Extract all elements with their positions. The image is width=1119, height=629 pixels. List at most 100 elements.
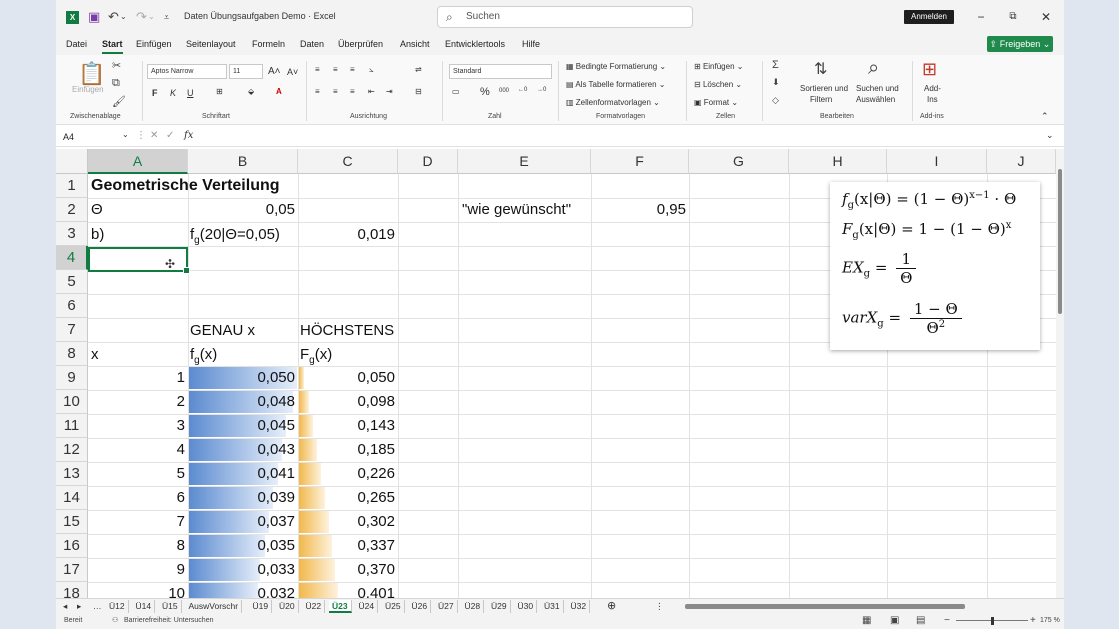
format-as-table-button[interactable]: ▤ Als Tabelle formatieren ⌄ — [566, 80, 666, 89]
align-center-icon[interactable]: ≡ — [333, 87, 338, 96]
row-header-14[interactable]: 14 — [56, 486, 88, 510]
sheet-tab[interactable]: Ü29 — [488, 600, 511, 613]
increase-font-icon[interactable]: A˄ — [268, 66, 281, 77]
table-cell-x[interactable]: 7 — [88, 510, 188, 534]
sort-filter-label-2[interactable]: Filtern — [810, 95, 832, 104]
find-select-label[interactable]: Suchen und — [856, 84, 899, 93]
table-cell-cdf[interactable]: 0,265 — [298, 486, 398, 510]
zoom-level[interactable]: 175 % — [1040, 613, 1060, 629]
sheet-tab[interactable]: Ü26 — [409, 600, 432, 613]
expand-formula-bar-icon[interactable]: ⌄ — [1046, 130, 1054, 141]
horizontal-scrollbar[interactable] — [675, 603, 1050, 610]
tab-datei[interactable]: Datei — [66, 39, 87, 49]
row-header-9[interactable]: 9 — [56, 366, 88, 390]
align-left-icon[interactable]: ≡ — [315, 87, 320, 96]
save-icon[interactable]: ▣ — [88, 9, 100, 25]
table-cell-pmf[interactable]: 0,037 — [188, 510, 298, 534]
table-cell-pmf[interactable]: 0,041 — [188, 462, 298, 486]
table-cell-pmf[interactable]: 0,043 — [188, 438, 298, 462]
tab-daten[interactable]: Daten — [300, 39, 324, 49]
table-cell-pmf[interactable]: 0,050 — [188, 366, 298, 390]
decrease-decimal-icon[interactable]: →0 — [537, 87, 546, 93]
cell-c7[interactable]: HÖCHSTENS — [300, 319, 394, 343]
accessibility-check[interactable]: Barrierefreiheit: Untersuchen — [124, 613, 214, 629]
minimize-icon[interactable]: − — [971, 8, 991, 26]
sheet-tab[interactable]: Ü19 — [250, 600, 273, 613]
format-painter-icon[interactable]: 🖌 — [112, 95, 126, 108]
sheet-tab[interactable]: AuswVorschr — [186, 600, 243, 613]
addins-label-2[interactable]: Ins — [927, 95, 938, 104]
sheet-tab[interactable]: Ü27 — [435, 600, 458, 613]
add-sheet-icon[interactable]: ⊕ — [604, 600, 619, 613]
scroll-sheets-left-icon[interactable]: ◂ — [60, 600, 70, 613]
fill-icon[interactable]: ⬇ — [772, 77, 780, 88]
table-cell-cdf[interactable]: 0,370 — [298, 558, 398, 582]
align-middle-icon[interactable]: ≡ — [333, 65, 338, 74]
increase-indent-icon[interactable]: ⇥ — [386, 87, 393, 96]
insert-cells-button[interactable]: ⊞ Einfügen ⌄ — [694, 62, 743, 71]
font-name-select[interactable]: Aptos Narrow — [147, 64, 227, 79]
decrease-font-icon[interactable]: A˅ — [287, 67, 298, 77]
row-header-8[interactable]: 8 — [56, 342, 88, 366]
delete-cells-button[interactable]: ⊟ Löschen ⌄ — [694, 80, 742, 89]
horizontal-scroll-thumb[interactable] — [685, 604, 965, 609]
conditional-formatting-button[interactable]: ▦ Bedingte Formatierung ⌄ — [566, 62, 666, 71]
zoom-slider-thumb[interactable] — [991, 617, 994, 625]
table-cell-cdf[interactable]: 0,226 — [298, 462, 398, 486]
formula-image[interactable]: fg(x|Θ) = (1 − Θ)x−1 · Θ Fg(x|Θ) = 1 − (… — [830, 182, 1040, 350]
customize-toolbar-icon[interactable]: ⩡ — [164, 9, 169, 25]
align-bottom-icon[interactable]: ≡ — [350, 65, 355, 74]
close-icon[interactable]: ✕ — [1036, 8, 1056, 26]
table-cell-x[interactable]: 8 — [88, 534, 188, 558]
table-cell-x[interactable]: 6 — [88, 486, 188, 510]
find-select-label-2[interactable]: Auswählen — [856, 95, 895, 104]
cell-c8[interactable]: Fg(x) — [300, 343, 332, 367]
table-cell-x[interactable]: 2 — [88, 390, 188, 414]
row-header-6[interactable]: 6 — [56, 294, 88, 318]
format-cells-button[interactable]: ▣ Format ⌄ — [694, 98, 738, 107]
table-cell-cdf[interactable]: 0,302 — [298, 510, 398, 534]
sheet-tab[interactable]: Ü28 — [462, 600, 485, 613]
table-cell-x[interactable]: 4 — [88, 438, 188, 462]
sheet-tab[interactable]: Ü25 — [382, 600, 405, 613]
accounting-format-icon[interactable]: ▭ — [452, 87, 460, 96]
column-header-b[interactable]: B — [188, 149, 298, 174]
zoom-out-icon[interactable]: − — [944, 613, 950, 629]
table-cell-pmf[interactable]: 0,039 — [188, 486, 298, 510]
align-right-icon[interactable]: ≡ — [350, 87, 355, 96]
font-color-icon[interactable]: A — [276, 87, 282, 96]
bold-icon[interactable]: F — [152, 88, 158, 98]
decrease-indent-icon[interactable]: ⇤ — [368, 87, 375, 96]
sheet-tab[interactable]: Ü31 — [541, 600, 564, 613]
sheet-tab[interactable]: Ü14 — [133, 600, 156, 613]
table-cell-x[interactable]: 5 — [88, 462, 188, 486]
tab-seitenlayout[interactable]: Seitenlayout — [186, 39, 236, 49]
row-header-11[interactable]: 11 — [56, 414, 88, 438]
cell-b7[interactable]: GENAU x — [190, 319, 255, 343]
page-break-view-icon[interactable]: ▤ — [916, 613, 925, 629]
sheet-tab[interactable]: Ü20 — [276, 600, 299, 613]
row-header-3[interactable]: 3 — [56, 222, 88, 246]
table-cell-x[interactable]: 3 — [88, 414, 188, 438]
cell-b3[interactable]: fg(20|Θ=0,05) — [190, 223, 280, 247]
clear-icon[interactable]: ◇ — [772, 95, 779, 106]
table-cell-x[interactable]: 9 — [88, 558, 188, 582]
table-cell-pmf[interactable]: 0,032 — [188, 582, 298, 599]
insert-function-icon[interactable]: fx — [184, 130, 193, 141]
row-header-7[interactable]: 7 — [56, 318, 88, 342]
column-header-h[interactable]: H — [789, 149, 887, 174]
sheet-tab[interactable]: Ü15 — [159, 600, 182, 613]
table-cell-cdf[interactable]: 0,401 — [298, 582, 398, 599]
tab-ueberpruefen[interactable]: Überprüfen — [338, 39, 383, 49]
borders-icon[interactable]: ⊞ — [216, 87, 223, 96]
restore-icon[interactable]: ⧉ — [1003, 8, 1023, 26]
name-box[interactable]: A4 — [60, 130, 130, 144]
row-header-13[interactable]: 13 — [56, 462, 88, 486]
paste-label[interactable]: Einfügen — [72, 85, 104, 94]
italic-icon[interactable]: K — [170, 88, 176, 98]
row-header-5[interactable]: 5 — [56, 270, 88, 294]
cell-a1[interactable]: Geometrische Verteilung — [91, 174, 280, 198]
zoom-in-icon[interactable]: + — [1030, 613, 1036, 629]
cell-c3[interactable]: 0,019 — [298, 223, 398, 247]
column-header-i[interactable]: I — [887, 149, 987, 174]
